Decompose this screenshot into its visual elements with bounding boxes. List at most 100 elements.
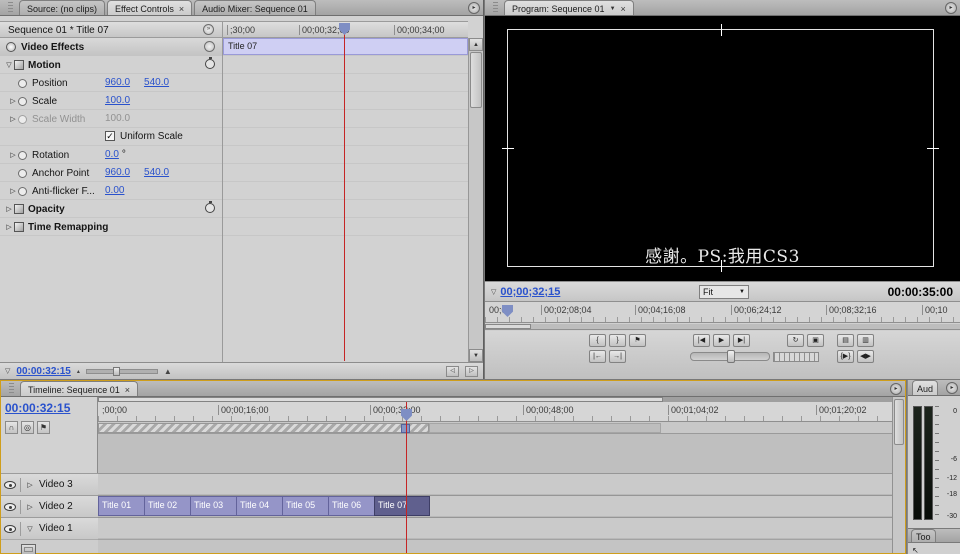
panel-menu-icon[interactable]: ▸ (946, 382, 958, 394)
track-video3[interactable] (98, 473, 892, 495)
vertical-scrollbar[interactable] (892, 397, 905, 553)
zoom-slider[interactable] (86, 369, 158, 374)
play-in-to-out-button[interactable]: {▶} (837, 350, 854, 363)
toggle-animation-icon[interactable] (18, 97, 27, 106)
vertical-scrollbar[interactable]: ▲ ▼ (468, 38, 483, 362)
go-to-in-button[interactable]: |← (589, 350, 606, 363)
show-hide-timeline-view-icon[interactable]: » (203, 24, 214, 35)
scroll-up-icon[interactable]: ▲ (469, 38, 483, 51)
panel-drag-grip[interactable] (9, 383, 14, 393)
rotation-value[interactable]: 0.0 (105, 149, 119, 160)
scale-value[interactable]: 100.0 (105, 95, 130, 106)
extract-button[interactable]: ▥ (857, 334, 874, 347)
expander-icon[interactable]: ▷ (8, 151, 18, 159)
step-forward-button[interactable]: ▶| (733, 334, 750, 347)
effect-controls-mini-timeline[interactable]: Title 07 (223, 38, 468, 362)
clip-title-04[interactable]: Title 04 (236, 496, 283, 516)
video-effects-badge-icon[interactable] (204, 41, 215, 52)
loop-button[interactable]: ↻ (787, 334, 804, 347)
tab-timeline[interactable]: Timeline: Sequence 01 × (20, 381, 138, 396)
clip-bounding-box[interactable] (507, 29, 934, 267)
set-out-point-button[interactable]: } (609, 334, 626, 347)
lift-button[interactable]: ▤ (837, 334, 854, 347)
zoom-level-select[interactable]: Fit ▼ (699, 285, 749, 299)
program-scroll-lane[interactable] (485, 324, 960, 330)
zoom-slider-thumb[interactable] (113, 367, 120, 376)
expander-icon[interactable]: ▷ (4, 205, 14, 213)
column-divider[interactable] (222, 21, 223, 362)
tab-tools[interactable]: Too (911, 529, 936, 542)
toggle-animation-icon[interactable] (18, 169, 27, 178)
expander-icon[interactable]: ▷ (25, 481, 35, 489)
playhead-marker[interactable] (502, 305, 513, 317)
play-button[interactable]: ▶ (713, 334, 730, 347)
handle-left-center[interactable] (502, 148, 514, 149)
anti-flicker-value[interactable]: 0.00 (105, 185, 124, 196)
panel-menu-icon[interactable]: ▸ (945, 2, 957, 14)
position-y-value[interactable]: 540.0 (144, 77, 169, 88)
close-icon[interactable]: × (125, 385, 130, 395)
panel-menu-icon[interactable]: ▸ (468, 2, 480, 14)
program-time-ruler[interactable]: 00;00 00;02;08;04 00;04;16;08 00;06;24;1… (485, 301, 960, 323)
work-area-bar[interactable] (98, 422, 892, 434)
monitor-select-dropdown-icon[interactable]: ▼ (610, 6, 616, 12)
scroll-right-icon[interactable]: ▷ (465, 366, 478, 377)
set-in-point-button[interactable]: { (589, 334, 606, 347)
safe-margins-button[interactable]: ▣ (807, 334, 824, 347)
trim-button[interactable]: ◀▶ (857, 350, 874, 363)
track-visibility-icon[interactable] (4, 481, 16, 489)
collapse-icon[interactable]: ▽ (491, 288, 496, 296)
stopwatch-icon[interactable] (205, 59, 215, 69)
shuttle-slider[interactable] (690, 352, 770, 361)
toggle-animation-icon[interactable] (18, 151, 27, 160)
program-timecode[interactable]: 00;00;32;15 (500, 286, 560, 298)
close-icon[interactable]: × (179, 4, 184, 14)
anchor-y-value[interactable]: 540.0 (144, 167, 169, 178)
expander-icon[interactable]: ▷ (8, 115, 18, 123)
timeline-timecode[interactable]: 00:00:32:15 (5, 401, 70, 415)
tab-effect-controls[interactable]: Effect Controls× (107, 0, 192, 15)
handle-right-center[interactable] (927, 148, 939, 149)
zoom-out-icon[interactable]: ▴ (77, 368, 80, 375)
tab-audio-mixer[interactable]: Audio Mixer: Sequence 01 (194, 0, 316, 15)
zo om-in-icon[interactable]: ▲ (164, 367, 172, 376)
panel-menu-icon[interactable]: ▸ (890, 383, 902, 395)
clip-title-03[interactable]: Title 03 (190, 496, 237, 516)
track-visibility-icon[interactable] (4, 525, 16, 533)
track-video1[interactable] (98, 517, 892, 539)
track-video1-expanded[interactable] (98, 539, 892, 553)
scrollbar-thumb[interactable] (485, 324, 531, 329)
expander-icon[interactable]: ▷ (25, 503, 35, 511)
collapse-icon[interactable]: ▽ (5, 367, 10, 375)
add-marker-button[interactable]: ⚑ (629, 334, 646, 347)
jog-wheel[interactable] (773, 352, 819, 362)
expander-icon[interactable]: ▷ (8, 97, 18, 105)
scrollbar-thumb[interactable] (894, 399, 904, 445)
mini-timeline-clip[interactable]: Title 07 (223, 38, 468, 55)
current-timecode[interactable]: 00:00:32:15 (16, 366, 70, 377)
clip-title-05[interactable]: Title 05 (282, 496, 329, 516)
toggle-animation-icon[interactable] (18, 187, 27, 196)
chapter-marker-icon[interactable]: ◎ (21, 421, 34, 434)
clip-title-01[interactable]: Title 01 (98, 496, 145, 516)
stopwatch-icon[interactable] (205, 203, 215, 213)
work-area-extension[interactable] (429, 423, 661, 433)
tab-program[interactable]: Program: Sequence 01 ▼ × (504, 0, 634, 15)
shuttle-thumb[interactable] (727, 350, 735, 363)
selection-tool-icon[interactable]: ↖ (912, 546, 919, 554)
expander-icon[interactable]: ▷ (4, 223, 14, 231)
scrollbar-thumb[interactable] (470, 52, 482, 108)
snap-icon[interactable]: ∩ (5, 421, 18, 434)
panel-drag-grip[interactable] (8, 2, 13, 12)
tab-source[interactable]: Source: (no clips) (19, 0, 105, 15)
tab-audio-meters[interactable]: Aud (912, 380, 938, 395)
close-icon[interactable]: × (621, 4, 626, 14)
track-video2[interactable]: Title 01 Title 02 Title 03 Title 04 Titl… (98, 495, 892, 517)
scroll-down-icon[interactable]: ▼ (469, 349, 483, 362)
expander-icon[interactable]: ▽ (4, 61, 14, 69)
track-visibility-icon[interactable] (4, 503, 16, 511)
toggle-animation-icon[interactable] (18, 79, 27, 88)
uniform-scale-checkbox[interactable]: ✓ (105, 131, 115, 141)
clip-title-06[interactable]: Title 06 (328, 496, 375, 516)
set-display-style-icon[interactable] (21, 544, 36, 554)
